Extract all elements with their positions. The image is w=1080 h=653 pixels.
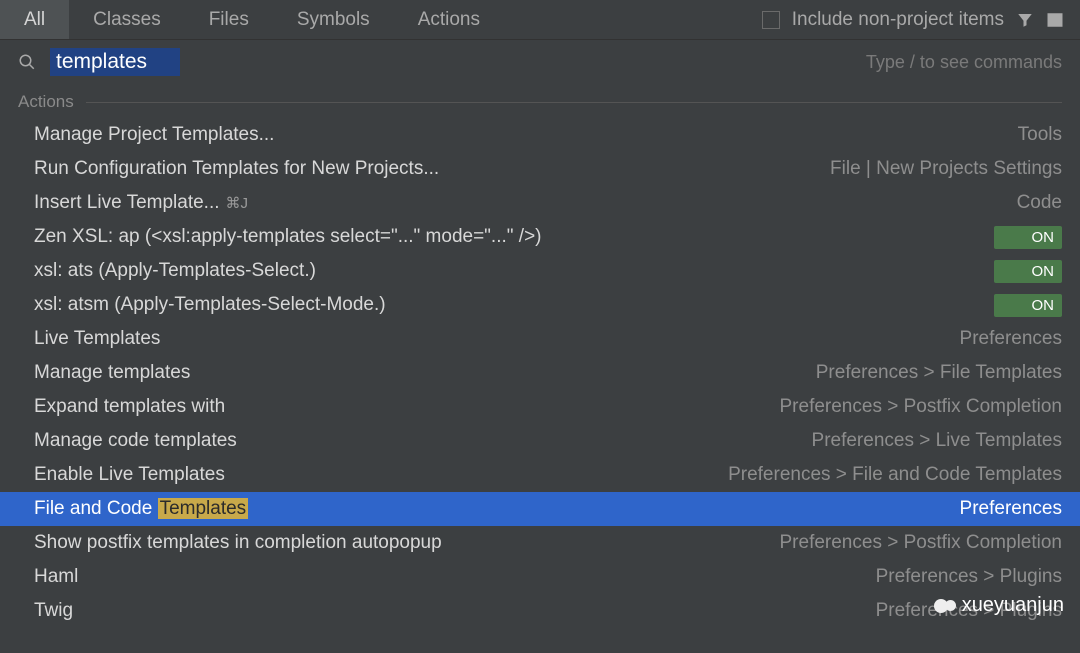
- result-row[interactable]: Manage code templates Preferences > Live…: [0, 424, 1080, 458]
- tab-all[interactable]: All: [0, 0, 69, 39]
- result-label: File and Code Templates: [34, 498, 248, 520]
- result-location: Preferences: [960, 328, 1062, 350]
- section-header: Actions: [0, 84, 1080, 118]
- result-label: xsl: ats (Apply-Templates-Select.): [34, 260, 316, 282]
- result-location: Preferences > File and Code Templates: [728, 464, 1062, 486]
- result-row[interactable]: Haml Preferences > Plugins: [0, 560, 1080, 594]
- result-label: Live Templates: [34, 328, 160, 350]
- result-location: Preferences > Postfix Completion: [780, 532, 1063, 554]
- result-label: Insert Live Template...: [34, 192, 220, 214]
- result-label: Twig: [34, 600, 73, 622]
- result-label: Run Configuration Templates for New Proj…: [34, 158, 439, 180]
- section-divider: [86, 102, 1062, 103]
- wechat-icon: [934, 599, 956, 613]
- result-label: Haml: [34, 566, 78, 588]
- result-location: Preferences > Live Templates: [812, 430, 1062, 452]
- include-label: Include non-project items: [792, 9, 1004, 31]
- result-shortcut: ⌘J: [226, 194, 249, 212]
- tab-classes[interactable]: Classes: [69, 0, 185, 39]
- result-label: Manage Project Templates...: [34, 124, 274, 146]
- result-location: Preferences > Plugins: [876, 566, 1062, 588]
- result-label: Enable Live Templates: [34, 464, 225, 486]
- result-location: Preferences > File Templates: [816, 362, 1062, 384]
- tab-label: Classes: [93, 9, 161, 31]
- result-row[interactable]: Manage templates Preferences > File Temp…: [0, 356, 1080, 390]
- window-icon[interactable]: [1046, 11, 1064, 29]
- result-label: Manage templates: [34, 362, 190, 384]
- result-location: Preferences: [960, 498, 1062, 520]
- tab-label: Symbols: [297, 9, 370, 31]
- tab-label: Actions: [418, 9, 480, 31]
- result-row[interactable]: Run Configuration Templates for New Proj…: [0, 152, 1080, 186]
- filter-icon[interactable]: [1016, 11, 1034, 29]
- result-row[interactable]: Zen XSL: ap (<xsl:apply-templates select…: [0, 220, 1080, 254]
- tab-files[interactable]: Files: [185, 0, 273, 39]
- result-row[interactable]: Twig Preferences > Plugins: [0, 594, 1080, 628]
- search-input[interactable]: [50, 48, 180, 76]
- tab-label: All: [24, 9, 45, 31]
- result-row-selected[interactable]: File and Code Templates Preferences: [0, 492, 1080, 526]
- result-row[interactable]: xsl: atsm (Apply-Templates-Select-Mode.)…: [0, 288, 1080, 322]
- tab-symbols[interactable]: Symbols: [273, 0, 394, 39]
- tabs-container: All Classes Files Symbols Actions: [0, 0, 504, 39]
- result-location: Preferences > Postfix Completion: [780, 396, 1063, 418]
- section-title: Actions: [18, 92, 74, 112]
- result-row[interactable]: xsl: ats (Apply-Templates-Select.) ON: [0, 254, 1080, 288]
- result-label: xsl: atsm (Apply-Templates-Select-Mode.): [34, 294, 386, 316]
- tab-label: Files: [209, 9, 249, 31]
- result-row[interactable]: Expand templates with Preferences > Post…: [0, 390, 1080, 424]
- result-label: Zen XSL: ap (<xsl:apply-templates select…: [34, 226, 542, 248]
- toggle-on[interactable]: ON: [994, 226, 1062, 249]
- result-label: Show postfix templates in completion aut…: [34, 532, 442, 554]
- header-bar: All Classes Files Symbols Actions Includ…: [0, 0, 1080, 40]
- result-label: Expand templates with: [34, 396, 225, 418]
- search-row: Type / to see commands: [0, 40, 1080, 84]
- header-right: Include non-project items: [762, 9, 1080, 31]
- toggle-on[interactable]: ON: [994, 294, 1062, 317]
- result-label: Manage code templates: [34, 430, 237, 452]
- result-row[interactable]: Insert Live Template... ⌘J Code: [0, 186, 1080, 220]
- result-location: Code: [1017, 192, 1062, 214]
- results-list: Manage Project Templates... Tools Run Co…: [0, 118, 1080, 628]
- result-row[interactable]: Manage Project Templates... Tools: [0, 118, 1080, 152]
- result-row[interactable]: Live Templates Preferences: [0, 322, 1080, 356]
- watermark-text: xueyuanjun: [962, 594, 1064, 617]
- result-row[interactable]: Enable Live Templates Preferences > File…: [0, 458, 1080, 492]
- result-location: File | New Projects Settings: [830, 158, 1062, 180]
- toggle-on[interactable]: ON: [994, 260, 1062, 283]
- tab-actions[interactable]: Actions: [394, 0, 504, 39]
- highlight-match: Templates: [158, 498, 249, 519]
- result-row[interactable]: Show postfix templates in completion aut…: [0, 526, 1080, 560]
- result-location: Tools: [1018, 124, 1062, 146]
- search-icon: [18, 53, 36, 71]
- watermark: xueyuanjun: [934, 594, 1064, 617]
- search-hint: Type / to see commands: [866, 52, 1062, 73]
- include-checkbox[interactable]: [762, 11, 780, 29]
